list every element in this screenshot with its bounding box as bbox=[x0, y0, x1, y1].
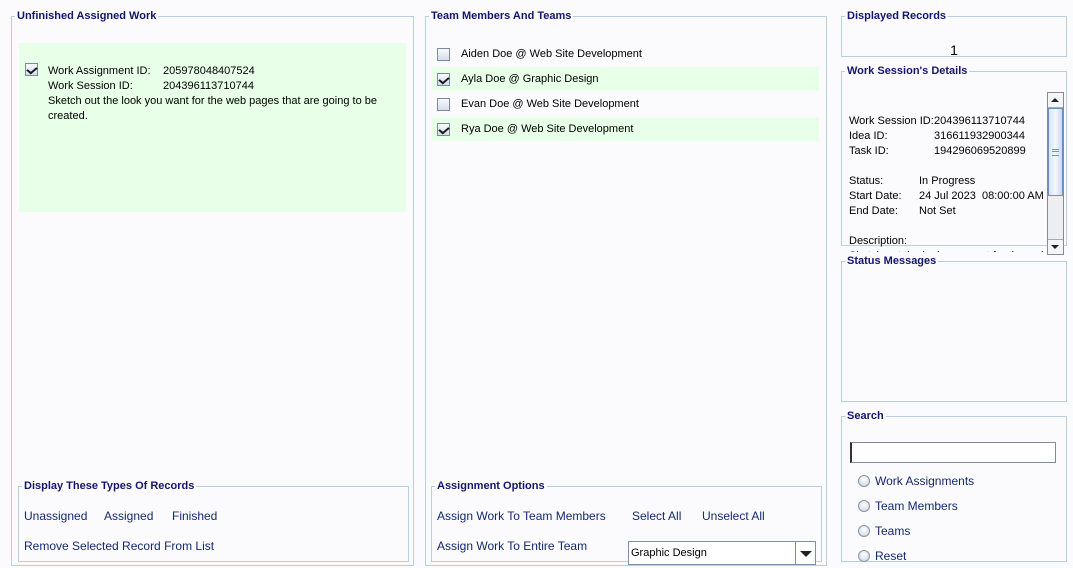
member-label: Ayla Doe @ Graphic Design bbox=[461, 73, 599, 85]
session-details-text: Work Session ID:204396113710744 Idea ID:… bbox=[849, 114, 1049, 252]
detail-session-value: 204396113710744 bbox=[934, 115, 1025, 127]
search-title: Search bbox=[847, 410, 884, 422]
member-checkbox[interactable] bbox=[437, 122, 450, 136]
team-members-title: Team Members And Teams bbox=[431, 10, 572, 22]
scroll-down-icon[interactable] bbox=[1048, 239, 1063, 254]
work-item-checkbox[interactable] bbox=[25, 63, 38, 76]
chevron-down-icon[interactable] bbox=[796, 542, 815, 564]
session-id-label: Work Session ID: bbox=[48, 80, 133, 92]
display-types-panel: Display These Types Of Records Unassigne… bbox=[18, 480, 409, 562]
assign-to-members-button[interactable]: Assign Work To Team Members bbox=[437, 509, 606, 523]
status-messages-panel: Status Messages bbox=[841, 255, 1067, 402]
display-types-title: Display These Types Of Records bbox=[24, 480, 195, 492]
displayed-records-panel: Displayed Records 1 bbox=[841, 10, 1067, 58]
status-messages-title: Status Messages bbox=[847, 255, 937, 267]
radio-teams[interactable]: Teams bbox=[858, 524, 910, 538]
assignment-options-title: Assignment Options bbox=[437, 480, 545, 492]
detail-session-label: Work Session ID: bbox=[849, 115, 934, 127]
detail-task-label: Task ID: bbox=[849, 145, 889, 157]
radio-icon[interactable] bbox=[858, 500, 870, 512]
member-row[interactable]: Rya Doe @ Web Site Development bbox=[432, 117, 819, 141]
radio-team-members[interactable]: Team Members bbox=[858, 499, 958, 513]
detail-status-label: Status: bbox=[849, 175, 884, 187]
displayed-records-count: 1 bbox=[950, 42, 958, 58]
remove-selected-button[interactable]: Remove Selected Record From List bbox=[24, 539, 214, 553]
work-assignment-item[interactable]: Work Assignment ID: 205978048407524 Work… bbox=[19, 43, 406, 212]
detail-idea-label: Idea ID: bbox=[849, 130, 888, 142]
radio-icon[interactable] bbox=[858, 525, 870, 537]
session-details-panel: Work Session's Details Work Session ID:2… bbox=[841, 65, 1067, 255]
member-label: Aiden Doe @ Web Site Development bbox=[461, 48, 642, 60]
team-select-value: Graphic Design bbox=[629, 542, 796, 564]
session-id-value: 204396113710744 bbox=[163, 80, 254, 92]
member-label: Rya Doe @ Web Site Development bbox=[461, 123, 634, 135]
detail-end-label: End Date: bbox=[849, 205, 898, 217]
assign-to-team-button[interactable]: Assign Work To Entire Team bbox=[437, 539, 587, 553]
detail-start-value: 24 Jul 2023 08:00:00 AM bbox=[919, 190, 1044, 202]
team-select[interactable]: Graphic Design bbox=[628, 541, 816, 565]
radio-icon[interactable] bbox=[858, 475, 870, 487]
detail-idea-value: 316611932900344 bbox=[934, 130, 1025, 142]
details-scrollbar[interactable] bbox=[1047, 92, 1064, 255]
member-label: Evan Doe @ Web Site Development bbox=[461, 98, 639, 110]
detail-end-value: Not Set bbox=[919, 205, 956, 217]
work-description: Sketch out the look you want for the web… bbox=[48, 95, 377, 122]
search-input[interactable] bbox=[850, 442, 1056, 463]
radio-label: Work Assignments bbox=[875, 474, 975, 488]
session-details-title: Work Session's Details bbox=[847, 65, 968, 77]
member-row[interactable]: Evan Doe @ Web Site Development bbox=[432, 92, 819, 116]
unfinished-work-title: Unfinished Assigned Work bbox=[17, 10, 157, 22]
work-assignment-window: Unfinished Assigned Work Work Assignment… bbox=[0, 0, 1073, 568]
member-checkbox[interactable] bbox=[437, 72, 450, 86]
search-panel: Search Work Assignments Team Members Tea… bbox=[841, 410, 1067, 563]
radio-label: Team Members bbox=[875, 499, 958, 513]
scroll-thumb[interactable] bbox=[1048, 108, 1063, 196]
detail-task-value: 194296069520899 bbox=[934, 145, 1026, 157]
displayed-records-title: Displayed Records bbox=[847, 10, 947, 22]
detail-description-value: Sketch out the look you want for the web… bbox=[849, 249, 1049, 252]
assignment-id-value: 205978048407524 bbox=[163, 65, 255, 77]
unselect-all-button[interactable]: Unselect All bbox=[702, 509, 765, 523]
member-row[interactable]: Aiden Doe @ Web Site Development bbox=[432, 42, 819, 66]
detail-description-label: Description: bbox=[849, 235, 908, 247]
finished-button[interactable]: Finished bbox=[172, 509, 217, 523]
assignment-id-label: Work Assignment ID: bbox=[48, 65, 151, 77]
select-all-button[interactable]: Select All bbox=[632, 509, 681, 523]
scroll-up-icon[interactable] bbox=[1048, 93, 1063, 108]
member-row[interactable]: Ayla Doe @ Graphic Design bbox=[432, 67, 819, 91]
member-checkbox[interactable] bbox=[437, 97, 450, 111]
assignment-options-panel: Assignment Options Assign Work To Team M… bbox=[431, 480, 822, 565]
radio-label: Reset bbox=[875, 549, 907, 563]
radio-reset[interactable]: Reset bbox=[858, 549, 906, 563]
unassigned-button[interactable]: Unassigned bbox=[24, 509, 87, 523]
radio-label: Teams bbox=[875, 524, 911, 538]
radio-icon[interactable] bbox=[858, 550, 870, 562]
radio-work-assignments[interactable]: Work Assignments bbox=[858, 474, 974, 488]
assigned-button[interactable]: Assigned bbox=[104, 509, 153, 523]
detail-status-value: In Progress bbox=[919, 175, 976, 187]
detail-start-label: Start Date: bbox=[849, 190, 902, 202]
member-checkbox[interactable] bbox=[437, 47, 450, 61]
